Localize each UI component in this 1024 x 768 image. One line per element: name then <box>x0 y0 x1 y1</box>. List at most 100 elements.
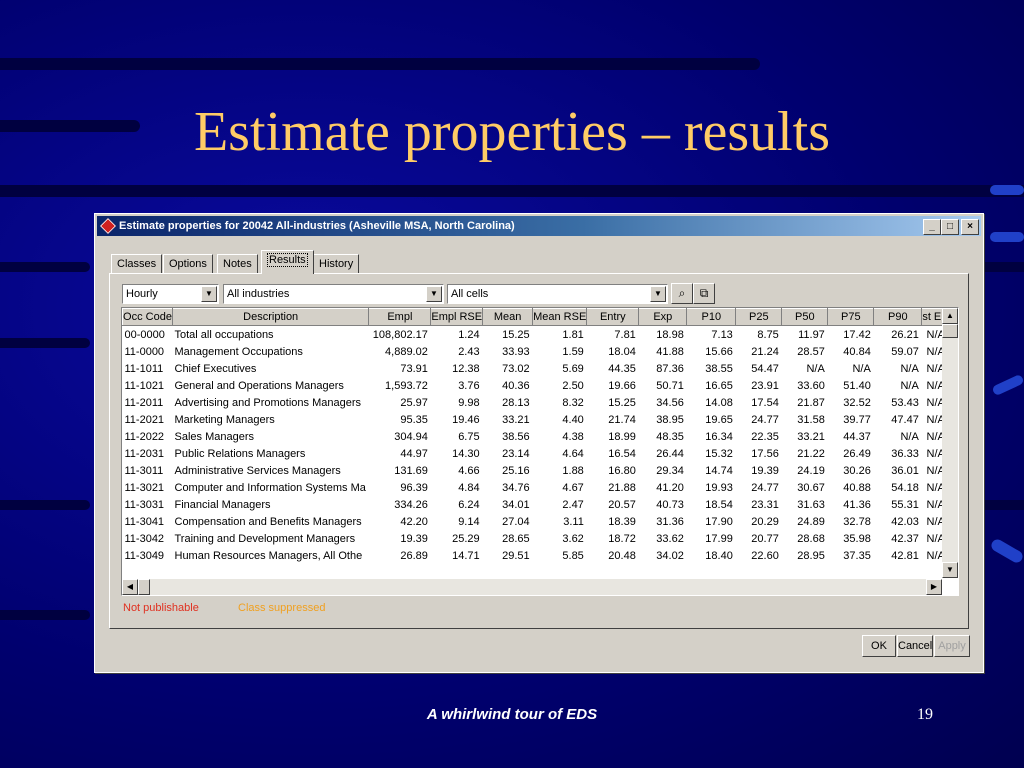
ok-button[interactable]: OK <box>862 635 896 657</box>
close-button[interactable]: × <box>961 219 979 235</box>
table-row[interactable]: 11-1021 General and Operations Managers 1,… <box>123 377 948 394</box>
scroll-thumb[interactable] <box>138 579 150 595</box>
table-row[interactable]: 11-0000 Management Occupations 4,889.02 2.4… <box>123 343 948 360</box>
table-row[interactable]: 11-3041 Compensation and Benefits Manager… <box>123 513 948 530</box>
column-header[interactable]: Mean <box>482 308 534 326</box>
table-row[interactable]: 11-3042 Training and Development Managers… <box>123 530 948 547</box>
table-cell: 16.80 <box>608 464 636 477</box>
scroll-thumb[interactable] <box>942 324 958 338</box>
column-header[interactable]: Empl RSE <box>430 308 484 326</box>
column-header[interactable]: Entry <box>586 308 640 326</box>
dropdown-arrow-icon[interactable]: ▼ <box>201 286 217 302</box>
table-cell: 36.33 <box>891 447 919 460</box>
column-header[interactable]: P75 <box>827 308 875 326</box>
tab-label: Results <box>267 253 308 267</box>
table-cell: 40.88 <box>843 481 871 494</box>
table-cell: 17.54 <box>751 396 779 409</box>
table-cell: 34.01 <box>502 498 530 511</box>
table-cell: 19.39 <box>400 532 428 545</box>
table-cell: 4.67 <box>562 481 584 494</box>
results-grid[interactable]: Occ Code Description Empl Empl RSE Mean … <box>121 307 959 596</box>
column-header[interactable]: Exp <box>638 308 688 326</box>
tab-results[interactable]: Results <box>261 250 314 274</box>
table-cell: 38.55 <box>705 362 733 375</box>
window-titlebar[interactable]: Estimate properties for 20042 All-indust… <box>97 216 981 236</box>
dropdown-arrow-icon[interactable]: ▼ <box>650 286 666 302</box>
column-header[interactable]: Occ Code <box>122 308 173 326</box>
table-cell: 3.11 <box>563 515 584 528</box>
apply-button[interactable]: Apply <box>934 635 970 657</box>
table-cell: 2.43 <box>458 345 480 358</box>
column-header[interactable]: Mean RSE <box>532 308 588 326</box>
table-cell: 44.97 <box>400 447 428 460</box>
copy-icon[interactable]: ⧉ <box>693 283 715 304</box>
column-header[interactable]: Description <box>171 308 370 326</box>
table-row[interactable]: 11-2022 Sales Managers 304.94 6.75 38.56 4.38… <box>123 428 948 445</box>
table-cell: 11-3011 <box>124 464 164 477</box>
column-header[interactable]: P90 <box>873 308 923 326</box>
industry-select[interactable]: All industries ▼ <box>223 284 444 304</box>
table-cell: 26.44 <box>656 447 684 460</box>
tab-notes[interactable]: Notes <box>217 254 258 274</box>
cells-select[interactable]: All cells ▼ <box>447 284 668 304</box>
cancel-button[interactable]: Cancel <box>897 635 933 657</box>
table-cell: 11-2011 <box>124 396 164 409</box>
time-unit-select[interactable]: Hourly ▼ <box>122 284 219 304</box>
table-row[interactable]: 11-1011 Chief Executives 73.91 12.38 73.02 5.… <box>123 360 948 377</box>
tab-history[interactable]: History <box>313 254 360 274</box>
table-row[interactable]: 11-2031 Public Relations Managers 44.97 14.… <box>123 445 948 462</box>
tab-options[interactable]: Options <box>163 254 213 274</box>
scroll-up-icon[interactable]: ▲ <box>942 308 958 324</box>
vertical-scrollbar[interactable]: ▲ ▼ <box>942 308 958 578</box>
background-stripe <box>980 500 1024 510</box>
maximize-button[interactable]: □ <box>941 219 959 235</box>
minimize-button[interactable]: _ <box>923 219 941 235</box>
column-header[interactable]: P50 <box>781 308 829 326</box>
table-row[interactable]: 00-0000 Total all occupations 108,802.17 1.… <box>123 326 948 344</box>
table-cell: 19.93 <box>705 481 733 494</box>
column-header[interactable]: Empl <box>368 308 432 326</box>
find-icon[interactable]: ⌕ <box>671 283 693 304</box>
background-accent <box>991 373 1024 397</box>
table-cell: 96.39 <box>400 481 428 494</box>
dialog-window: Estimate properties for 20042 All-indust… <box>94 213 984 673</box>
table-cell: 4.66 <box>458 464 480 477</box>
table-cell: 16.34 <box>705 430 733 443</box>
table-cell: 33.60 <box>797 379 825 392</box>
table-cell: 11-1011 <box>124 362 164 375</box>
horizontal-scrollbar[interactable]: ◀ ▶ <box>122 579 942 595</box>
table-cell: 44.37 <box>843 430 871 443</box>
table-row[interactable]: 11-3049 Human Resources Managers, All Oth… <box>123 547 948 564</box>
table-cell: 14.71 <box>452 549 480 562</box>
dropdown-arrow-icon[interactable]: ▼ <box>426 286 442 302</box>
background-stripe <box>0 610 90 620</box>
table-cell: General and Operations Managers <box>174 379 344 392</box>
table-row[interactable]: 11-3031 Financial Managers 334.26 6.24 34.01… <box>123 496 948 513</box>
table-cell: 17.99 <box>705 532 733 545</box>
table-cell: 38.95 <box>656 413 684 426</box>
table-row[interactable]: 11-3011 Administrative Services Managers 1… <box>123 462 948 479</box>
table-cell: 19.46 <box>452 413 480 426</box>
tab-classes[interactable]: Classes <box>111 254 163 274</box>
window-title: Estimate properties for 20042 All-indust… <box>119 220 515 232</box>
table-cell: 23.31 <box>751 498 779 511</box>
column-header[interactable]: P25 <box>735 308 783 326</box>
table-cell: 21.88 <box>608 481 636 494</box>
table-cell: 4.40 <box>562 413 584 426</box>
table-cell: 11-3041 <box>124 515 165 528</box>
table-cell: 18.39 <box>608 515 636 528</box>
table-cell: 37.35 <box>843 549 871 562</box>
table-cell: 31.63 <box>797 498 825 511</box>
table-cell: 51.40 <box>843 379 871 392</box>
table-row[interactable]: 11-3021 Computer and Information Systems … <box>123 479 948 496</box>
column-header[interactable]: P10 <box>686 308 737 326</box>
table-cell: 2.50 <box>562 379 584 392</box>
scroll-right-icon[interactable]: ▶ <box>926 579 942 595</box>
background-accent <box>990 185 1024 195</box>
table-cell: N/A <box>852 362 871 375</box>
table-cell: 27.04 <box>502 515 530 528</box>
table-row[interactable]: 11-2011 Advertising and Promotions Manage… <box>123 394 948 411</box>
scroll-left-icon[interactable]: ◀ <box>122 579 138 595</box>
table-row[interactable]: 11-2021 Marketing Managers 95.35 19.46 33.21… <box>123 411 948 428</box>
scroll-down-icon[interactable]: ▼ <box>942 562 958 578</box>
